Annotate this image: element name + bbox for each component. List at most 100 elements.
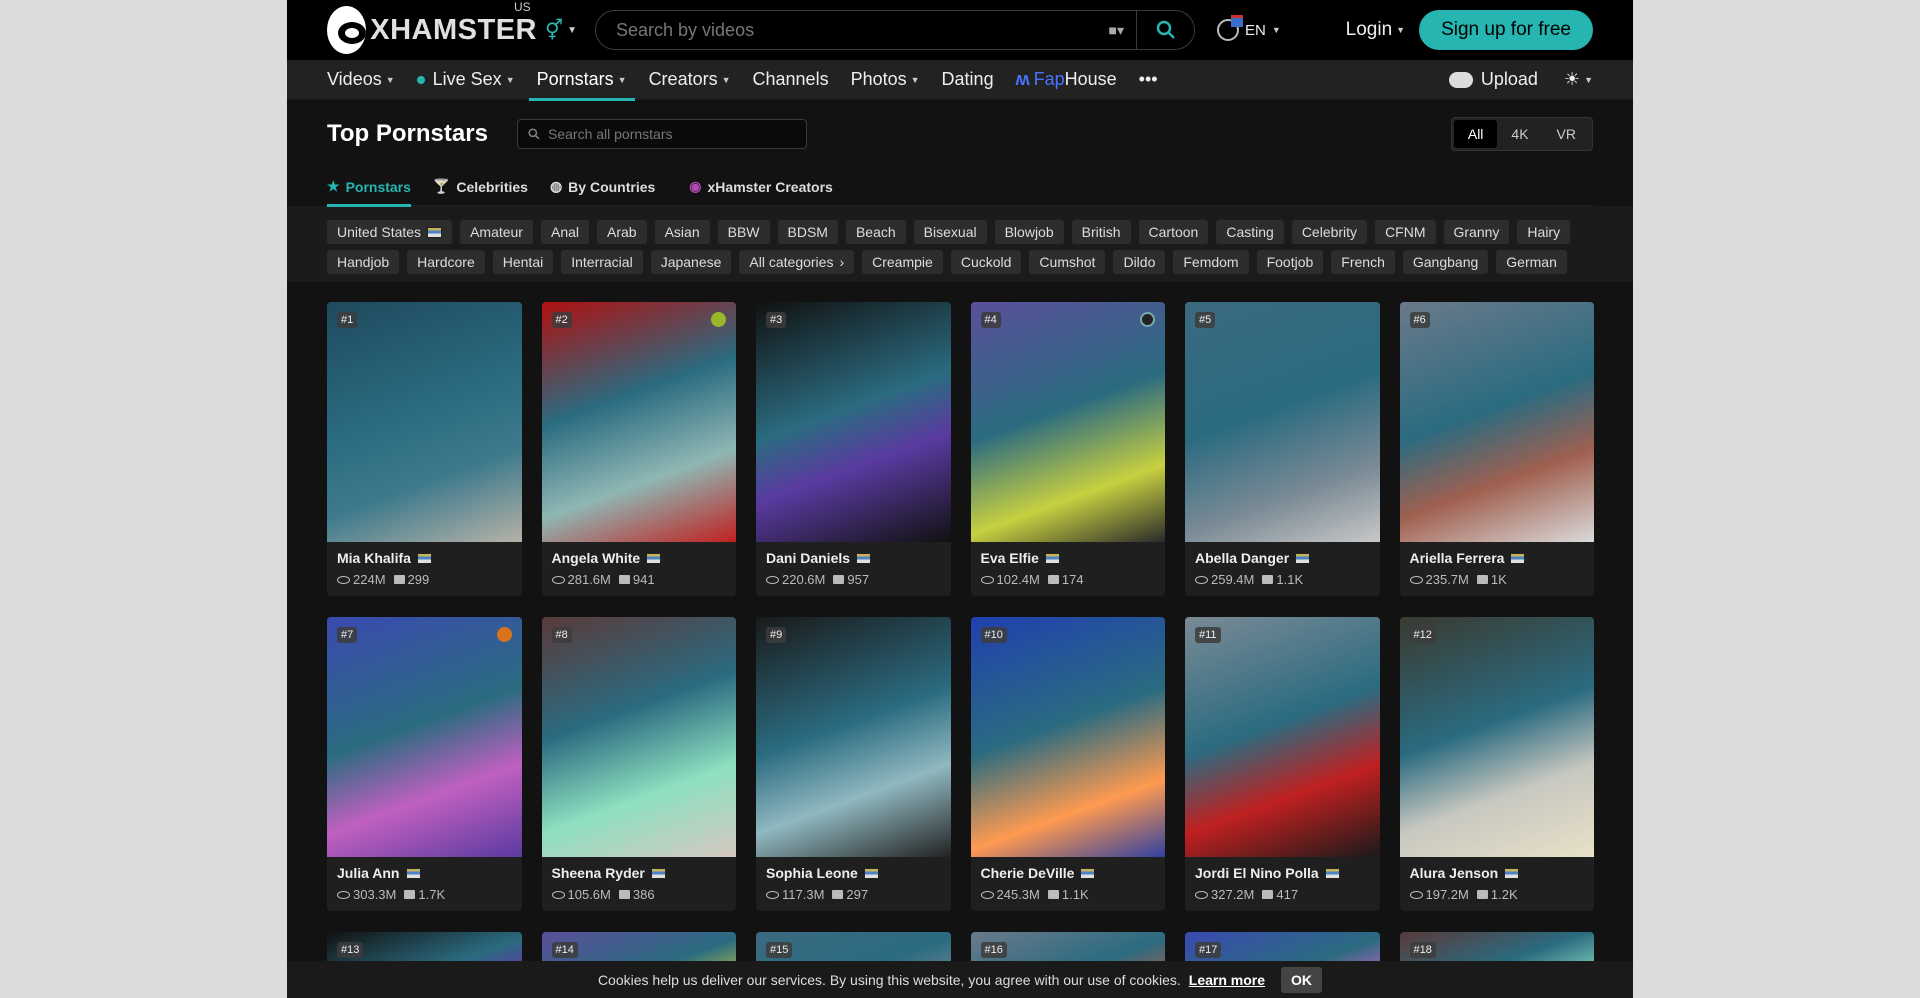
pornstar-name-row[interactable]: Cherie DeVille bbox=[981, 865, 1156, 881]
tag-chip[interactable]: Celebrity bbox=[1291, 220, 1368, 244]
nav-pornstars[interactable]: Pornstars ▼ bbox=[528, 60, 635, 101]
pornstar-thumbnail[interactable]: #12 bbox=[1399, 617, 1594, 857]
pornstar-name-row[interactable]: Sheena Ryder bbox=[552, 865, 727, 881]
tag-chip[interactable]: Dildo bbox=[1113, 250, 1166, 274]
cookie-ok-button[interactable]: OK bbox=[1281, 966, 1323, 993]
login-button[interactable]: Login ▼ bbox=[1346, 19, 1405, 41]
tab-pornstars[interactable]: ★ Pornstars bbox=[327, 168, 411, 207]
pornstar-thumbnail[interactable]: #4 bbox=[970, 302, 1165, 542]
pornstar-card[interactable]: #9 Sophia Leone 117.3M 297 bbox=[756, 617, 951, 911]
pornstar-thumbnail[interactable]: #6 bbox=[1399, 302, 1594, 542]
tag-chip[interactable]: Anal bbox=[540, 220, 590, 244]
tag-chip[interactable]: Hairy bbox=[1517, 220, 1571, 244]
pornstar-thumbnail[interactable]: #10 bbox=[970, 617, 1165, 857]
pornstar-thumbnail[interactable]: #8 bbox=[541, 617, 736, 857]
tag-chip[interactable]: Granny bbox=[1443, 220, 1510, 244]
pornstar-name-row[interactable]: Sophia Leone bbox=[766, 865, 941, 881]
pornstar-name-row[interactable]: Mia Khalifa bbox=[337, 550, 512, 566]
pornstar-name-row[interactable]: Ariella Ferrera bbox=[1410, 550, 1585, 566]
tag-chip[interactable]: Hardcore bbox=[407, 250, 485, 274]
upload-button[interactable]: Upload bbox=[1448, 69, 1538, 90]
pornstar-search-field[interactable]: Search all pornstars bbox=[517, 119, 807, 149]
tag-chip[interactable]: Cuckold bbox=[950, 250, 1022, 274]
logo[interactable]: XHAMSTER US bbox=[327, 0, 537, 54]
tag-chip[interactable]: German bbox=[1496, 250, 1567, 274]
pornstar-thumbnail[interactable]: #2 bbox=[541, 302, 736, 542]
pornstar-card[interactable]: #3 Dani Daniels 220.6M 957 bbox=[756, 302, 951, 596]
nav-live-sex[interactable]: Live Sex ▼ bbox=[416, 60, 515, 100]
tag-label: Asian bbox=[664, 224, 700, 240]
tag-chip[interactable]: Japanese bbox=[650, 250, 732, 274]
pornstar-card[interactable]: #7 Julia Ann 303.3M 1.7K bbox=[327, 617, 522, 911]
more-icon[interactable]: ••• bbox=[1139, 60, 1158, 100]
theme-toggle[interactable]: ☀ ▼ bbox=[1564, 60, 1593, 100]
pornstar-card[interactable]: #12 Alura Jenson 197.2M 1.2K bbox=[1399, 617, 1594, 911]
quality-all[interactable]: All bbox=[1453, 120, 1498, 148]
pornstar-name-row[interactable]: Eva Elfie bbox=[981, 550, 1156, 566]
pornstar-card[interactable]: #11 Jordi El Nino Polla 327.2M 417 bbox=[1185, 617, 1380, 911]
tag-chip[interactable]: Arab bbox=[597, 220, 647, 244]
tag-chip[interactable]: Asian bbox=[654, 220, 710, 244]
tag-chip[interactable]: Femdom bbox=[1173, 250, 1249, 274]
tag-chip[interactable]: Gangbang bbox=[1402, 250, 1489, 274]
orientation-switcher[interactable]: ⚥ ▼ bbox=[545, 18, 589, 43]
tag-chip[interactable]: Amateur bbox=[460, 220, 533, 244]
nav-faphouse[interactable]: ʍ Fap House bbox=[1016, 60, 1117, 100]
tag-chip[interactable]: All categories › bbox=[739, 250, 855, 274]
pornstar-card[interactable]: #4 Eva Elfie 102.4M 174 bbox=[970, 302, 1165, 596]
pornstar-card[interactable]: #5 Abella Danger 259.4M 1.1K bbox=[1185, 302, 1380, 596]
tag-chip[interactable]: Handjob bbox=[327, 250, 400, 274]
pornstar-thumbnail[interactable]: #7 bbox=[327, 617, 522, 857]
nav-videos[interactable]: Videos ▼ bbox=[327, 60, 395, 100]
pornstar-name-row[interactable]: Angela White bbox=[552, 550, 727, 566]
tag-chip[interactable]: Cumshot bbox=[1029, 250, 1106, 274]
language-selector[interactable]: EN ▼ bbox=[1217, 15, 1281, 41]
tag-chip[interactable]: Hentai bbox=[492, 250, 554, 274]
tag-label: Cartoon bbox=[1148, 224, 1199, 240]
pornstar-card[interactable]: #2 Angela White 281.6M 941 bbox=[541, 302, 736, 596]
tab-xhamster-creators[interactable]: ◉ xHamster Creators bbox=[689, 168, 833, 206]
learn-more-link[interactable]: Learn more bbox=[1189, 972, 1265, 988]
pornstar-thumbnail[interactable]: #9 bbox=[756, 617, 951, 857]
tag-chip[interactable]: Interracial bbox=[561, 250, 643, 274]
pornstar-name-row[interactable]: Dani Daniels bbox=[766, 550, 941, 566]
tag-chip[interactable]: Beach bbox=[845, 220, 906, 244]
tag-chip[interactable]: British bbox=[1071, 220, 1131, 244]
quality-4k[interactable]: 4K bbox=[1497, 120, 1542, 148]
tag-chip[interactable]: Bisexual bbox=[913, 220, 987, 244]
tag-chip[interactable]: Cartoon bbox=[1138, 220, 1209, 244]
tag-chip[interactable]: BBW bbox=[717, 220, 770, 244]
nav-photos[interactable]: Photos ▼ bbox=[851, 60, 920, 100]
tag-chip[interactable]: United States bbox=[327, 220, 453, 244]
pornstar-name-row[interactable]: Jordi El Nino Polla bbox=[1195, 865, 1370, 881]
nav-creators[interactable]: Creators ▼ bbox=[649, 60, 731, 100]
pornstar-thumbnail[interactable]: #1 bbox=[327, 302, 522, 542]
tag-chip[interactable]: Blowjob bbox=[994, 220, 1064, 244]
tag-chip[interactable]: CFNM bbox=[1375, 220, 1436, 244]
camera-filter-icon[interactable]: ■▾ bbox=[1097, 22, 1136, 39]
pornstar-card[interactable]: #6 Ariella Ferrera 235.7M 1K bbox=[1399, 302, 1594, 596]
signup-button[interactable]: Sign up for free bbox=[1419, 10, 1593, 50]
pornstar-name-row[interactable]: Alura Jenson bbox=[1410, 865, 1585, 881]
pornstar-thumbnail[interactable]: #3 bbox=[756, 302, 951, 542]
search-input[interactable] bbox=[596, 11, 1097, 49]
pornstar-name-row[interactable]: Abella Danger bbox=[1195, 550, 1370, 566]
tag-chip[interactable]: Casting bbox=[1216, 220, 1284, 244]
nav-channels[interactable]: Channels bbox=[753, 60, 829, 100]
pornstar-thumbnail[interactable]: #11 bbox=[1185, 617, 1380, 857]
tag-chip[interactable]: French bbox=[1331, 250, 1395, 274]
tab-by-countries[interactable]: ◍ By Countries bbox=[550, 168, 655, 206]
tag-chip[interactable]: Creampie bbox=[862, 250, 943, 274]
search-button[interactable] bbox=[1136, 11, 1194, 49]
tab-celebrities[interactable]: 🍸 Celebrities bbox=[433, 168, 528, 206]
tag-chip[interactable]: Footjob bbox=[1256, 250, 1324, 274]
pornstar-card[interactable]: #8 Sheena Ryder 105.6M 386 bbox=[541, 617, 736, 911]
tag-chip[interactable]: BDSM bbox=[777, 220, 838, 244]
nav-dating[interactable]: Dating bbox=[942, 60, 994, 100]
pornstar-name-row[interactable]: Julia Ann bbox=[337, 865, 512, 881]
nav-label: Dating bbox=[941, 69, 994, 89]
pornstar-card[interactable]: #10 Cherie DeVille 245.3M 1.1K bbox=[970, 617, 1165, 911]
pornstar-thumbnail[interactable]: #5 bbox=[1185, 302, 1380, 542]
pornstar-card[interactable]: #1 Mia Khalifa 224M 299 bbox=[327, 302, 522, 596]
quality-vr[interactable]: VR bbox=[1543, 120, 1590, 148]
